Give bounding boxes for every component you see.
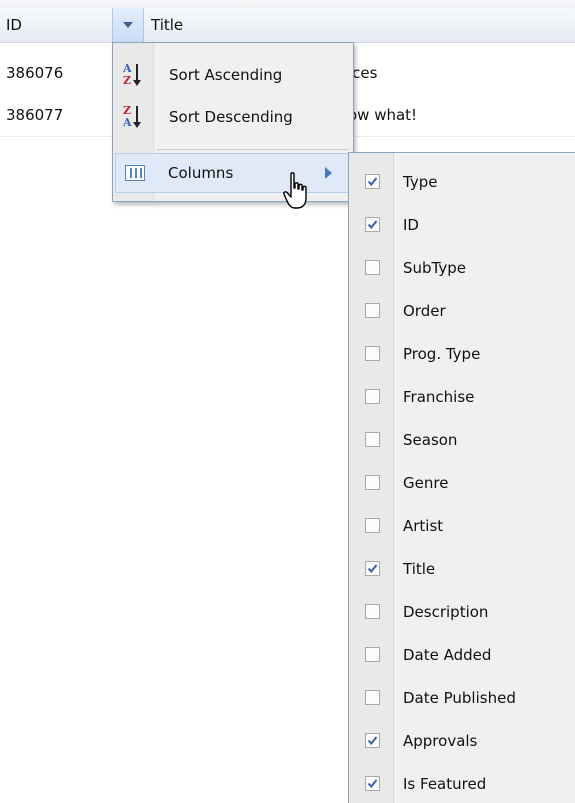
column-header-title-label: Title <box>151 16 184 34</box>
check-icon <box>367 177 378 187</box>
row-title-cell: ow what! <box>348 106 418 124</box>
check-icon <box>367 736 378 746</box>
column-toggle-item[interactable]: Order <box>349 289 575 332</box>
sort-descending-icon: Z A <box>121 104 147 130</box>
menu-item-sort-ascending[interactable]: A Z Sort Ascending <box>113 55 353 95</box>
column-toggle-checkbox[interactable] <box>365 260 380 275</box>
columns-submenu: Type ID SubType Order Prog. Type Franchise Sea… <box>348 152 575 803</box>
column-toggle-item[interactable]: Type <box>349 160 575 203</box>
column-toggle-label: SubType <box>403 258 467 277</box>
column-toggle-label: Type <box>403 172 438 191</box>
menu-item-label: Columns <box>168 164 234 182</box>
column-toggle-checkbox[interactable] <box>365 690 380 705</box>
column-toggle-label: Description <box>403 602 489 621</box>
column-toggle-checkbox[interactable] <box>365 776 380 791</box>
column-header-id-label: ID <box>6 16 22 34</box>
column-toggle-item[interactable]: Title <box>349 547 575 590</box>
submenu-arrow-icon <box>325 167 332 179</box>
column-toggle-item[interactable]: Date Published <box>349 676 575 719</box>
column-toggle-label: Is Featured <box>403 774 487 793</box>
caret-down-icon <box>123 22 133 28</box>
column-toggle-checkbox[interactable] <box>365 604 380 619</box>
row-id-cell: 386077 <box>6 106 64 124</box>
column-toggle-checkbox[interactable] <box>365 561 380 576</box>
check-icon <box>367 564 378 574</box>
column-toggle-item[interactable]: Approvals <box>349 719 575 762</box>
column-toggle-item[interactable]: Description <box>349 590 575 633</box>
column-toggle-label: Approvals <box>403 731 478 750</box>
column-toggle-checkbox[interactable] <box>365 518 380 533</box>
column-toggle-label: Genre <box>403 473 449 492</box>
columns-icon <box>122 160 148 186</box>
column-toggle-checkbox[interactable] <box>365 475 380 490</box>
column-toggle-item[interactable]: Franchise <box>349 375 575 418</box>
column-toggle-checkbox[interactable] <box>365 432 380 447</box>
column-context-menu: A Z Sort Ascending Z A Sort Descending C… <box>112 42 354 202</box>
column-toggle-checkbox[interactable] <box>365 389 380 404</box>
column-toggle-label: Title <box>403 559 436 578</box>
menu-item-label: Sort Ascending <box>169 66 283 84</box>
column-toggle-checkbox[interactable] <box>365 647 380 662</box>
column-toggle-item[interactable]: Artist <box>349 504 575 547</box>
menu-item-label: Sort Descending <box>169 108 293 126</box>
column-toggle-label: Order <box>403 301 446 320</box>
grid-header: ID Title <box>0 8 575 43</box>
column-header-id[interactable]: ID <box>0 8 113 42</box>
grid-screenshot: ID Title 386076 ices 386077 ow what! A Z <box>0 0 575 803</box>
column-toggle-label: Season <box>403 430 458 449</box>
hand-cursor-icon <box>283 172 307 209</box>
column-toggle-checkbox[interactable] <box>365 733 380 748</box>
column-toggle-checkbox[interactable] <box>365 217 380 232</box>
column-toggle-item[interactable]: Date Added <box>349 633 575 676</box>
column-toggle-checkbox[interactable] <box>365 174 380 189</box>
column-menu-trigger[interactable] <box>112 8 144 42</box>
column-toggle-label: Date Added <box>403 645 492 664</box>
column-toggle-item[interactable]: Is Featured <box>349 762 575 803</box>
column-toggle-label: Franchise <box>403 387 475 406</box>
column-toggle-label: ID <box>403 215 419 234</box>
sort-ascending-icon: A Z <box>121 62 147 88</box>
row-id-cell: 386076 <box>6 64 64 82</box>
check-icon <box>367 220 378 230</box>
column-toggle-item[interactable]: Season <box>349 418 575 461</box>
column-toggle-item[interactable]: SubType <box>349 246 575 289</box>
column-toggle-checkbox[interactable] <box>365 346 380 361</box>
column-toggle-label: Artist <box>403 516 444 535</box>
column-toggle-checkbox[interactable] <box>365 303 380 318</box>
column-toggle-label: Prog. Type <box>403 344 481 363</box>
columns-submenu-list: Type ID SubType Order Prog. Type Franchise Sea… <box>349 160 575 803</box>
column-toggle-label: Date Published <box>403 688 516 707</box>
column-header-title[interactable]: Title <box>143 8 575 42</box>
check-icon <box>367 779 378 789</box>
column-toggle-item[interactable]: Prog. Type <box>349 332 575 375</box>
column-toggle-item[interactable]: Genre <box>349 461 575 504</box>
menu-item-sort-descending[interactable]: Z A Sort Descending <box>113 97 353 137</box>
menu-item-columns[interactable]: Columns <box>115 153 351 193</box>
column-toggle-item[interactable]: ID <box>349 203 575 246</box>
menu-separator <box>157 149 349 150</box>
